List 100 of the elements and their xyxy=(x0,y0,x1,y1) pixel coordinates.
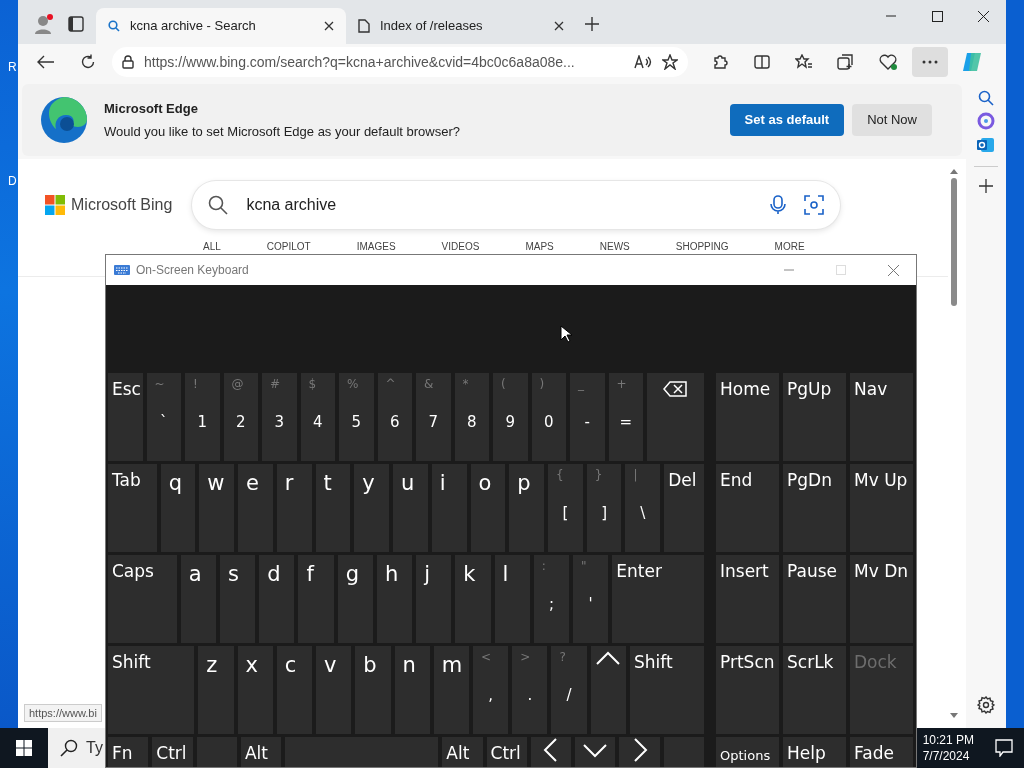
key[interactable]: Help xyxy=(783,737,846,767)
key[interactable]: ! 1 xyxy=(185,373,220,461)
taskbar-search-field[interactable]: Ty xyxy=(48,728,105,768)
key[interactable]: f xyxy=(298,555,334,643)
key[interactable]: ) 0 xyxy=(531,373,566,461)
key[interactable]: PrtScn xyxy=(716,646,779,734)
nav-tab[interactable]: VIDEOS xyxy=(441,241,480,253)
key[interactable]: g xyxy=(337,555,373,643)
key[interactable]: r xyxy=(276,464,312,552)
desktop-icon-label[interactable]: R xyxy=(8,58,17,76)
key[interactable]: q xyxy=(160,464,196,552)
key[interactable]: Fn xyxy=(108,737,149,767)
key[interactable]: Options xyxy=(716,737,779,767)
key[interactable]: e xyxy=(238,464,273,552)
nav-tab[interactable]: MAPS xyxy=(525,241,554,253)
key[interactable]: Home xyxy=(716,373,779,461)
key[interactable]: < , xyxy=(473,646,509,734)
key[interactable]: > . xyxy=(512,646,548,734)
nav-tab[interactable]: MORE xyxy=(774,241,805,253)
browser-tab[interactable]: kcna archive - Search xyxy=(96,8,346,44)
nav-tab[interactable]: SHOPPING xyxy=(675,241,729,253)
search-placeholder: Ty xyxy=(86,738,103,758)
nav-tab[interactable]: COPILOT xyxy=(266,241,311,253)
key[interactable]: ^ 6 xyxy=(377,373,412,461)
key[interactable]: Pause xyxy=(783,555,846,643)
browser-tab[interactable]: Index of /releases xyxy=(346,8,576,44)
key[interactable]: Alt xyxy=(240,737,282,767)
key[interactable]: d xyxy=(259,555,295,643)
key[interactable]: % 5 xyxy=(339,373,374,461)
key[interactable]: * 8 xyxy=(454,373,489,461)
key[interactable]: Tab xyxy=(108,464,157,552)
nav-tab[interactable]: IMAGES xyxy=(356,241,396,253)
key[interactable]: $ 4 xyxy=(300,373,335,461)
nav-tab[interactable]: NEWS xyxy=(599,241,630,253)
key[interactable]: PgDn xyxy=(783,464,846,552)
key[interactable]: p xyxy=(509,464,544,552)
key[interactable]: ? / xyxy=(551,646,587,734)
key[interactable]: b xyxy=(355,646,391,734)
url-text: https://www.bing.com/search?q=kcna+archive&cvid=4bc0c6a8a08e... xyxy=(144,52,576,72)
key[interactable]: Enter xyxy=(612,555,704,643)
key[interactable]: Alt xyxy=(442,737,483,767)
key[interactable]: x xyxy=(237,646,273,734)
key[interactable]: & 7 xyxy=(416,373,451,461)
key[interactable]: h xyxy=(376,555,413,643)
key[interactable]: y xyxy=(354,464,390,552)
key[interactable]: m xyxy=(433,646,469,734)
key[interactable]: k xyxy=(455,555,491,643)
key[interactable]: i xyxy=(431,464,467,552)
notification-message: Would you like to set Microsoft Edge as your default browser? xyxy=(104,123,461,141)
nav-tab[interactable]: ALL xyxy=(203,241,221,253)
window-title: On-Screen Keyboard xyxy=(136,262,250,279)
desktop-icon-label[interactable]: D xyxy=(8,172,17,190)
clock-date[interactable]: 7/7/2024 xyxy=(922,748,974,764)
key[interactable]: " ' xyxy=(573,555,609,643)
key[interactable]: PgUp xyxy=(783,373,846,461)
notification-title: Microsoft Edge xyxy=(104,99,199,118)
key[interactable]: c xyxy=(276,646,313,734)
key[interactable]: u xyxy=(393,464,428,552)
key[interactable]: Insert xyxy=(716,555,779,643)
key[interactable]: _ - xyxy=(570,373,605,461)
key[interactable]: + = xyxy=(608,373,643,461)
key[interactable]: : ; xyxy=(533,555,570,643)
key[interactable]: # 3 xyxy=(262,373,297,461)
clock-time[interactable]: 10:21 PM xyxy=(922,732,974,748)
key[interactable]: Shift xyxy=(629,646,704,734)
key[interactable]: t xyxy=(315,464,351,552)
key[interactable]: ( 9 xyxy=(493,373,528,461)
key[interactable]: } ] xyxy=(586,464,622,552)
key[interactable]: End xyxy=(716,464,779,552)
key[interactable]: Fade xyxy=(850,737,913,767)
key[interactable]: s xyxy=(219,555,256,643)
key[interactable]: Esc xyxy=(108,373,143,461)
key[interactable]: Mv Dn xyxy=(850,555,913,643)
key[interactable]: Caps xyxy=(108,555,177,643)
address-bar[interactable]: https://www.bing.com/search?q=kcna+archive&cvid=4bc0c6a8a08e... xyxy=(112,47,688,77)
key[interactable]: { [ xyxy=(547,464,583,552)
key[interactable]: @ 2 xyxy=(223,373,258,461)
key[interactable]: v xyxy=(316,646,352,734)
status-url: https://www.bi xyxy=(24,703,102,722)
set-default-button[interactable]: Set as default xyxy=(729,104,845,136)
key[interactable]: w xyxy=(199,464,235,552)
key[interactable]: z xyxy=(198,646,234,734)
key[interactable]: Shift xyxy=(108,646,195,734)
key[interactable]: a xyxy=(180,555,216,643)
key[interactable]: | \ xyxy=(625,464,661,552)
key[interactable]: ScrLk xyxy=(783,646,846,734)
key[interactable]: Del xyxy=(664,464,705,552)
key[interactable]: Ctrl xyxy=(152,737,193,767)
key[interactable]: ~ ` xyxy=(146,373,181,461)
search-field[interactable]: kcna archive xyxy=(192,181,841,229)
key[interactable]: n xyxy=(394,646,430,734)
brand-name: Microsoft Bing xyxy=(71,195,173,215)
key[interactable]: o xyxy=(470,464,506,552)
key[interactable]: Ctrl xyxy=(486,737,527,767)
tab-title: kcna archive - Search xyxy=(130,17,257,36)
key[interactable]: l xyxy=(494,555,530,643)
dismiss-button[interactable]: Not Now xyxy=(852,104,932,136)
key[interactable]: Nav xyxy=(850,373,913,461)
key[interactable]: j xyxy=(416,555,452,643)
key[interactable]: Mv Up xyxy=(850,464,913,552)
